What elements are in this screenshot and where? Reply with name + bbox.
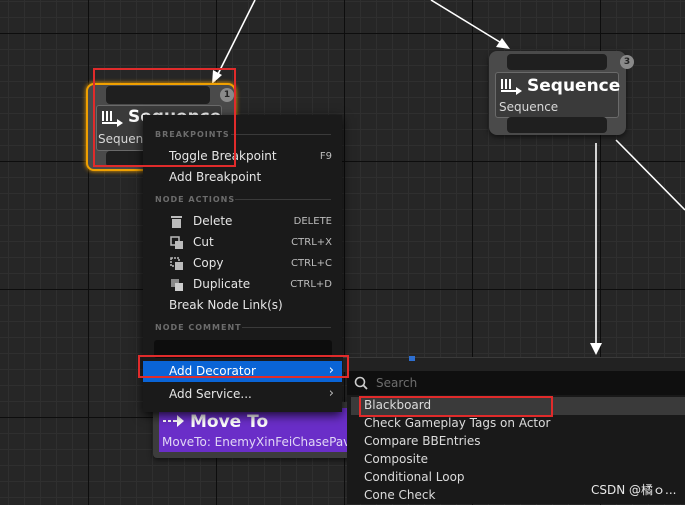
search-input[interactable]: Search [347,371,685,395]
node-title: Sequence [527,76,621,96]
menu-item-duplicate[interactable]: Duplicate CTRL+D [143,274,342,295]
section-node-comment: NODE COMMENT [155,323,242,332]
menu-item-cut[interactable]: Cut CTRL+X [143,232,342,253]
decorator-item-composite[interactable]: Composite [351,451,685,469]
node-subtitle: Sequence [499,100,559,114]
trash-icon [171,216,182,228]
menu-item-add-service[interactable]: Add Service... › [143,384,342,405]
menu-item-break-node-links[interactable]: Break Node Link(s) [143,295,342,316]
menu-item-delete[interactable]: Delete DELETE [143,211,342,232]
execution-order-badge: 3 [620,55,634,69]
section-node-actions: NODE ACTIONS [155,195,236,204]
annotation-box-node [93,68,236,167]
move-to-icon [163,415,184,427]
chevron-right-icon: › [328,386,334,401]
decorator-item-compare-bbentries[interactable]: Compare BBEntries [351,433,685,451]
menu-item-copy[interactable]: Copy CTRL+C [143,253,342,274]
cut-icon [170,236,183,249]
annotation-box-blackboard [359,396,553,417]
menu-item-add-breakpoint[interactable]: Add Breakpoint [143,167,342,188]
decorator-item-check-gameplay-tags[interactable]: Check Gameplay Tags on Actor [351,415,685,433]
search-placeholder: Search [376,376,418,390]
search-icon [354,376,368,390]
duplicate-icon [171,279,183,291]
annotation-box-add-decorator [138,355,349,378]
sequence-icon [501,79,522,95]
node-title: Move To [190,412,269,432]
copy-icon [170,257,183,270]
node-subtitle: MoveTo: EnemyXinFeiChasePav [162,435,351,449]
watermark: CSDN @橘ｏ... [591,483,677,497]
sequence-node-right[interactable]: Sequence Sequence 3 [489,51,634,135]
